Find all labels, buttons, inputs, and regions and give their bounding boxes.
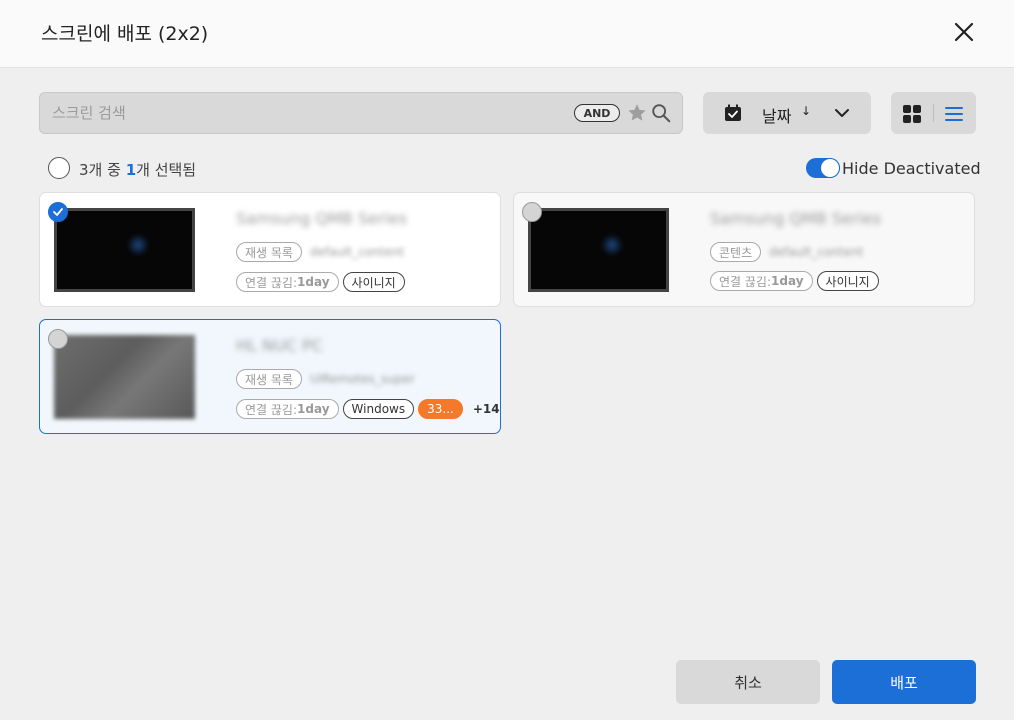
cancel-button[interactable]: 취소 — [676, 660, 820, 704]
content-name: default_content — [309, 245, 405, 259]
list-view-icon[interactable] — [943, 103, 965, 125]
screen-thumbnail — [528, 208, 669, 292]
screen-thumbnail — [54, 335, 195, 419]
connection-status-tag: 연결 끊김: 1day — [236, 399, 339, 419]
and-toggle-chip[interactable]: AND — [574, 104, 620, 122]
content-row: 재생 목록 default_content — [236, 242, 404, 262]
hide-deactivated-toggle[interactable] — [806, 158, 840, 178]
sort-dropdown[interactable]: 날짜 ↓ — [703, 92, 871, 134]
calendar-icon — [725, 104, 741, 121]
connection-status-tag: 연결 끊김: 1day — [236, 272, 339, 292]
content-type-tag: 콘텐츠 — [710, 242, 762, 262]
dialog-header: 스크린에 배포 (2x2) — [0, 0, 1014, 68]
device-type-tag: 사이니지 — [342, 272, 405, 292]
search-bar: AND — [39, 92, 683, 134]
device-type-tag: 사이니지 — [816, 271, 879, 291]
screen-name: Samsung QMB Series — [236, 209, 408, 228]
screen-thumbnail — [54, 208, 195, 292]
sort-label: 날짜 — [762, 107, 792, 126]
content-type-tag: 재생 목록 — [236, 369, 302, 389]
screen-card[interactable]: Samsung QMB Series 재생 목록 default_content… — [39, 192, 501, 307]
chevron-down-icon[interactable] — [833, 104, 851, 122]
view-toggle — [891, 92, 976, 134]
status-row: 연결 끊김: 1day 사이니지 — [710, 271, 879, 291]
sort-direction-icon[interactable]: ↓ — [801, 104, 811, 118]
status-row: 연결 끊김: 1day 사이니지 — [236, 272, 405, 292]
screen-name: HL NUC PC — [236, 336, 323, 355]
screen-select-radio[interactable] — [522, 202, 542, 222]
search-icon[interactable] — [650, 102, 672, 124]
check-icon — [53, 208, 63, 216]
select-all-radio[interactable] — [48, 157, 70, 179]
view-divider — [933, 104, 934, 122]
status-row: 연결 끊김: 1day Windows 33... +14 — [236, 399, 500, 419]
star-icon[interactable] — [626, 102, 648, 124]
screen-select-radio[interactable] — [48, 202, 68, 222]
selection-count: 3개 중 1개 선택됨 — [79, 161, 197, 179]
connection-status-tag: 연결 끊김: 1day — [710, 271, 813, 291]
content-type-tag: 재생 목록 — [236, 242, 302, 262]
tag-badge: 33... — [418, 399, 463, 419]
content-name: default_content — [769, 245, 864, 259]
more-tags-count[interactable]: +14 — [473, 402, 500, 416]
grid-view-icon[interactable] — [901, 103, 923, 125]
dialog-title: 스크린에 배포 (2x2) — [41, 23, 209, 45]
search-input[interactable] — [52, 102, 572, 124]
content-row: 재생 목록 UIRemotes_super — [236, 369, 415, 389]
screen-select-radio[interactable] — [48, 329, 68, 349]
os-tag: Windows — [342, 399, 415, 419]
content-row: 콘텐츠 default_content — [710, 242, 863, 262]
screen-card[interactable]: Samsung QMB Series 콘텐츠 default_content 연… — [513, 192, 975, 307]
content-name: UIRemotes_super — [309, 372, 415, 386]
screen-card[interactable]: HL NUC PC 재생 목록 UIRemotes_super 연결 끊김: 1d… — [39, 319, 501, 434]
deploy-button[interactable]: 배포 — [832, 660, 976, 704]
hide-deactivated-label: Hide Deactivated — [842, 159, 981, 178]
close-icon[interactable] — [950, 18, 978, 46]
screen-name: Samsung QMB Series — [710, 209, 882, 228]
